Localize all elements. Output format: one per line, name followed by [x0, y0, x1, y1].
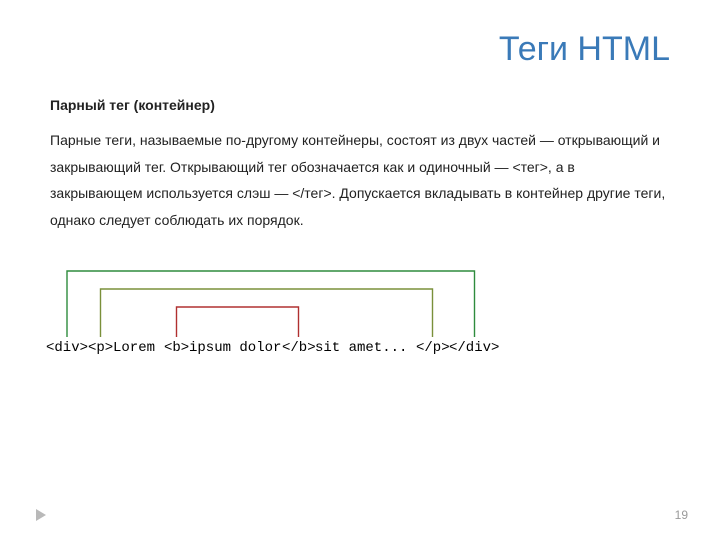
svg-text:<div> <p> Lore: <div> <p> Lorem <b> ipsum dolor </b> sit…	[46, 340, 499, 356]
code-tag-div-open: <div>	[46, 340, 88, 356]
code-tag-b-close: </b>	[282, 340, 316, 356]
page-number: 19	[675, 508, 688, 522]
code-tag-p-close: </p>	[416, 340, 450, 356]
code-text-2: ipsum dolor	[189, 340, 281, 356]
slide: Теги HTML Парный тег (контейнер) Парные …	[0, 0, 720, 374]
code-text-1: Lorem	[113, 340, 163, 356]
nesting-diagram: <div> <p> Lorem <b> ipsum dolor </b> sit…	[46, 259, 670, 374]
code-tag-p-open: <p>	[88, 340, 113, 356]
code-tag-div-close: </div>	[449, 340, 499, 356]
page-title: Теги HTML	[50, 30, 670, 69]
code-text-3: sit amet...	[315, 340, 407, 356]
section-subhead: Парный тег (контейнер)	[50, 97, 670, 113]
code-tag-b-open: <b>	[164, 340, 189, 356]
body-text: Парные теги, называемые по-другому конте…	[50, 127, 670, 233]
next-arrow-icon	[34, 508, 48, 522]
